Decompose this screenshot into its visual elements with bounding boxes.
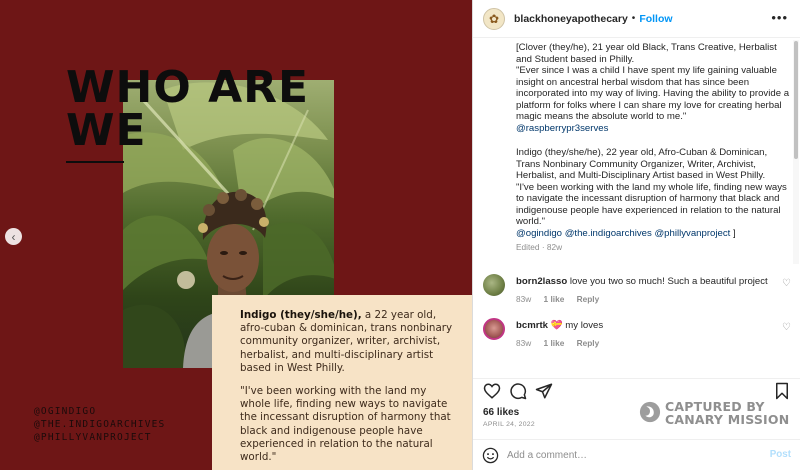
post-actions xyxy=(473,378,800,400)
account-avatar[interactable]: ✿ xyxy=(483,7,505,30)
post-date: APRIL 24, 2022 xyxy=(483,421,535,428)
comment-icon[interactable] xyxy=(509,382,527,400)
header-separator: • xyxy=(631,13,636,24)
more-horizontal-icon[interactable]: ••• xyxy=(771,10,788,25)
chevron-left-icon: ‹ xyxy=(11,229,16,244)
honey-jar-icon: ✿ xyxy=(488,11,500,26)
previous-slide-button[interactable]: ‹ xyxy=(5,228,22,245)
watermark-line2: CANARY MISSION xyxy=(665,412,790,427)
comment-age: 83w xyxy=(516,294,532,304)
reply-button[interactable]: Reply xyxy=(577,294,600,304)
comment-username[interactable]: born2lasso xyxy=(516,276,567,287)
comment-meta: 83w 1 like Reply xyxy=(516,338,609,348)
comment-like-icon[interactable]: ♡ xyxy=(782,322,791,333)
add-comment-bar: Post xyxy=(473,439,800,470)
emoji-icon[interactable] xyxy=(482,447,499,464)
comment-likes[interactable]: 1 like xyxy=(544,294,565,304)
caption-paragraph-indigo: Indigo (they/she/he), 22 year old, Afro-… xyxy=(516,147,791,239)
comment-row: bcmrtk 💝 my loves 83w 1 like Reply ♡ xyxy=(473,314,800,364)
mention-phillyvanproject[interactable]: @phillyvanproject xyxy=(654,228,730,239)
mention-ogindigo[interactable]: @ogindigo xyxy=(516,228,562,239)
caption-indigo-quote: "I've been working with the land my whol… xyxy=(516,181,787,228)
gift-heart-emoji: 💝 xyxy=(550,320,563,331)
caption-clover-quote: "Ever since I was a child I have spent m… xyxy=(516,65,790,122)
mention-indigoarchives[interactable]: @the.indigoarchives xyxy=(565,228,652,239)
card-name: Indigo (they/she/he), xyxy=(240,309,362,321)
card-intro: Indigo (they/she/he), a 22 year old, afr… xyxy=(240,309,460,375)
caption-closing-bracket: ] xyxy=(730,227,736,239)
edited-timestamp: Edited · 82w xyxy=(516,242,563,252)
mention-raspberrypr3serves[interactable]: @raspberrypr3serves xyxy=(516,123,608,134)
comment-text: my loves xyxy=(565,320,604,331)
caption-scrollbar-thumb[interactable] xyxy=(794,41,798,159)
comment-text: love you two so much! Such a beautiful p… xyxy=(569,276,768,287)
canary-mission-logo xyxy=(639,401,661,423)
follow-button[interactable]: Follow xyxy=(639,13,672,25)
comment-like-icon[interactable]: ♡ xyxy=(782,278,791,289)
reply-button[interactable]: Reply xyxy=(577,338,600,348)
share-icon[interactable] xyxy=(535,382,553,400)
comment-body: bcmrtk 💝 my loves xyxy=(516,320,603,331)
commenter-avatar[interactable] xyxy=(483,274,505,296)
caption-indigo-intro: Indigo (they/she/he), 22 year old, Afro-… xyxy=(516,147,768,181)
caption-area[interactable]: [Clover (they/he), 21 year old Black, Tr… xyxy=(473,39,800,265)
card-quote: "I've been working with the land my whol… xyxy=(240,385,451,464)
watermark: CAPTURED BY CANARY MISSION xyxy=(639,398,799,428)
handle-ogindigo: @OGINDIGO xyxy=(34,406,97,417)
post-details-pane: ✿ blackhoneyapothecary • Follow ••• [Clo… xyxy=(472,0,800,470)
comment-input[interactable] xyxy=(507,446,757,464)
post-header: ✿ blackhoneyapothecary • Follow ••• xyxy=(473,0,800,38)
heart-icon[interactable] xyxy=(483,382,501,400)
headline-underline xyxy=(66,161,124,163)
post-comment-button[interactable]: Post xyxy=(770,449,791,460)
quote-card: Indigo (they/she/he), a 22 year old, afr… xyxy=(212,295,472,470)
comment-meta: 83w 1 like Reply xyxy=(516,294,609,304)
comment-age: 83w xyxy=(516,338,532,348)
post-image[interactable]: WHO ARE WE Indigo (they/she/he), a 22 ye… xyxy=(0,0,472,470)
account-username[interactable]: blackhoneyapothecary xyxy=(514,13,628,25)
handle-indigoarchives: @THE.INDIGOARCHIVES xyxy=(34,419,166,430)
comment-row: born2lasso love you two so much! Such a … xyxy=(473,270,800,320)
commenter-avatar[interactable] xyxy=(483,318,505,340)
comment-likes[interactable]: 1 like xyxy=(544,338,565,348)
caption-clover-intro: [Clover (they/he), 21 year old Black, Tr… xyxy=(516,42,777,65)
post-headline: WHO ARE WE xyxy=(66,62,310,156)
likes-count[interactable]: 66 likes xyxy=(483,407,519,418)
handle-phillyvanproject: @PHILLYVANPROJECT xyxy=(34,432,152,443)
handles-list: @OGINDIGO @THE.INDIGOARCHIVES @PHILLYVAN… xyxy=(34,405,165,444)
comment-username[interactable]: bcmrtk xyxy=(516,320,548,331)
caption-paragraph-clover: [Clover (they/he), 21 year old Black, Tr… xyxy=(516,42,791,134)
comment-body: born2lasso love you two so much! Such a … xyxy=(516,276,768,287)
